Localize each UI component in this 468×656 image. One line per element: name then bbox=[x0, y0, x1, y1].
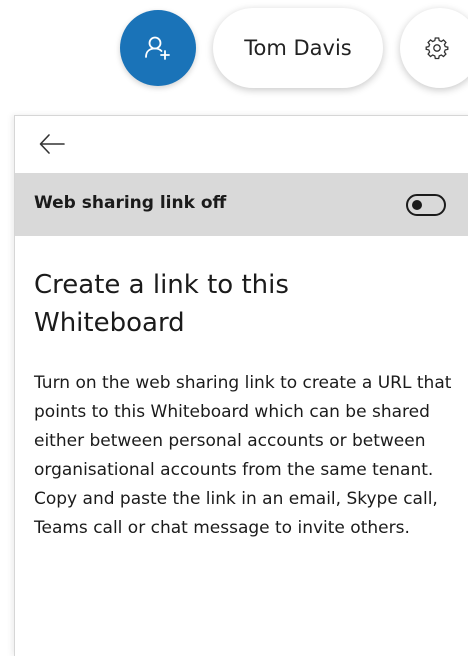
gear-icon bbox=[425, 37, 449, 60]
share-panel: Web sharing link off Create a link to th… bbox=[14, 115, 468, 656]
user-name: Tom Davis bbox=[244, 36, 352, 60]
web-sharing-toggle[interactable] bbox=[406, 194, 446, 216]
web-sharing-label: Web sharing link off bbox=[34, 193, 227, 213]
web-sharing-toggle-row: Web sharing link off bbox=[15, 173, 468, 236]
panel-description: Turn on the web sharing link to create a… bbox=[34, 373, 452, 538]
top-toolbar: Tom Davis bbox=[0, 0, 468, 100]
add-person-icon bbox=[145, 36, 170, 60]
toggle-knob bbox=[412, 200, 422, 210]
panel-heading: Create a link to this Whiteboard bbox=[34, 270, 289, 338]
add-user-button[interactable] bbox=[120, 10, 196, 86]
settings-button[interactable] bbox=[400, 8, 468, 88]
back-button[interactable] bbox=[37, 130, 67, 158]
arrow-left-icon bbox=[39, 134, 65, 154]
user-account-button[interactable]: Tom Davis bbox=[213, 8, 383, 88]
